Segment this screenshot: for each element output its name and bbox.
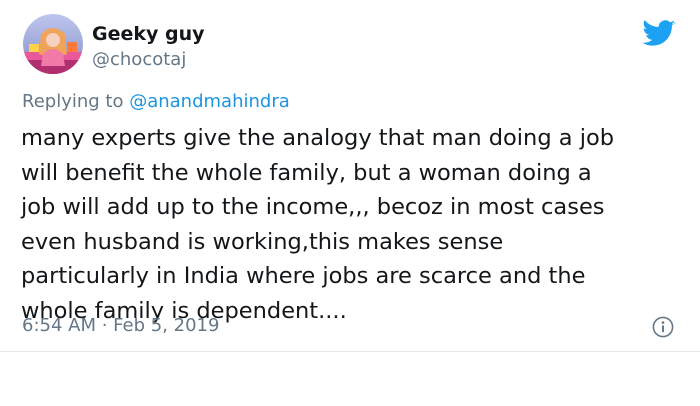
tweet-card: Geeky guy @chocotaj Replying to @anandma… <box>0 0 700 406</box>
author-display-name[interactable]: Geeky guy <box>92 22 205 46</box>
avatar-image <box>23 14 83 74</box>
avatar[interactable] <box>23 14 83 74</box>
info-glyph <box>652 316 674 338</box>
replying-to: Replying to @anandmahindra <box>22 91 290 113</box>
twitter-bird-glyph <box>642 20 676 46</box>
tweet-timestamp[interactable]: 6:54 AM · Feb 5, 2019 <box>22 315 219 337</box>
reply-mention-link[interactable]: @anandmahindra <box>129 91 290 112</box>
tweet-text: many experts give the analogy that man d… <box>21 125 614 324</box>
divider <box>0 351 700 352</box>
replying-to-label: Replying to <box>22 91 130 112</box>
twitter-bird-icon[interactable] <box>642 20 676 48</box>
info-icon[interactable] <box>652 316 674 338</box>
author-handle[interactable]: @chocotaj <box>92 49 186 71</box>
